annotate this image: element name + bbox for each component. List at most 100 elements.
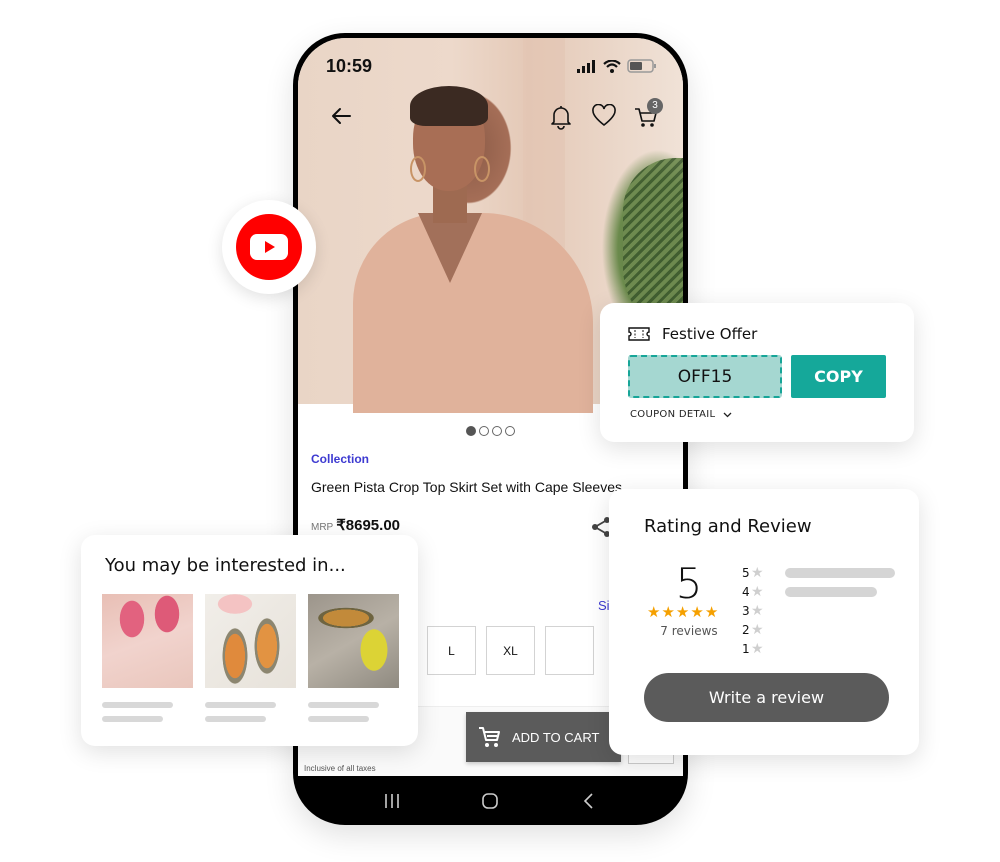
recommendation-item[interactable] [102,594,193,722]
recommendation-thumbnail [205,594,296,688]
size-option-l[interactable]: L [427,626,476,675]
chevron-left-icon [583,792,593,809]
rating-breakdown: 5 ★ 4 ★ 3 ★ 2 ★ 1 ★ [742,563,895,658]
star-icon: ★ [751,583,764,600]
cart-icon [479,727,500,747]
collection-link[interactable]: Collection [311,452,369,466]
star-icon: ★ [647,603,661,621]
title-placeholder [102,702,173,708]
title-placeholder [205,702,276,708]
title-placeholder [308,702,379,708]
rating-title: Rating and Review [644,516,812,537]
youtube-button[interactable] [222,200,316,294]
size-option-xl[interactable]: XL [486,626,535,675]
carousel-dot[interactable] [466,426,476,436]
offer-title: Festive Offer [662,325,758,343]
bell-icon [551,106,571,130]
price-placeholder [102,716,163,722]
system-nav-bar [293,776,688,825]
recommendation-item[interactable] [308,594,399,722]
back-button[interactable] [330,106,356,130]
rating-review-card: Rating and Review 5 ★ ★ ★ ★ ★ 7 reviews 5 ★ 4 ★… [609,489,919,755]
rating-level: 4 [742,584,750,599]
status-time: 10:59 [326,56,373,76]
wishlist-button[interactable] [591,103,616,130]
youtube-play-box [250,234,288,260]
home-button[interactable] [478,789,502,813]
carousel-dot[interactable] [492,426,502,436]
rating-breakdown-row: 1 ★ [742,639,895,658]
rating-breakdown-row: 2 ★ [742,620,895,639]
rating-level: 1 [742,641,750,656]
recommendations-card: You may be interested in... [81,535,418,746]
rating-level: 2 [742,622,750,637]
tax-note: Inclusive of all taxes [304,764,376,773]
status-icons [577,59,657,73]
price-row: MRP ₹8695.00 [311,516,400,534]
star-icon: ★ [751,602,764,619]
heart-icon [592,103,616,127]
recommendation-item[interactable] [205,594,296,722]
product-price: ₹8695.00 [336,517,400,534]
copy-coupon-button[interactable]: COPY [791,355,886,398]
rating-breakdown-row: 4 ★ [742,582,895,601]
youtube-icon [236,214,302,280]
signal-icon [577,59,595,73]
write-review-button[interactable]: Write a review [644,673,889,722]
system-back-button[interactable] [577,789,601,813]
rating-stars: ★ ★ ★ ★ ★ [647,605,718,620]
status-bar: 10:59 [298,38,683,98]
top-nav: 3 [298,98,683,138]
star-icon: ★ [751,621,764,638]
wifi-icon [603,59,621,73]
coupon-detail-label: COUPON DETAIL [630,409,716,420]
star-icon: ★ [751,640,764,657]
offer-header: Festive Offer [628,325,757,343]
rating-bar [785,567,895,578]
recommendations-title: You may be interested in... [105,555,346,576]
chevron-down-icon [723,412,732,417]
recent-apps-button[interactable] [380,789,404,813]
carousel-dot[interactable] [505,426,515,436]
rating-level: 3 [742,603,750,618]
battery-icon [627,59,656,73]
review-count: 7 reviews [660,624,718,638]
star-icon: ★ [751,564,764,581]
earring-left [410,156,426,182]
add-to-cart-label: ADD TO CART [512,729,600,745]
arrow-left-icon [332,108,351,124]
rating-bar [785,586,877,597]
ticket-icon [628,327,650,341]
festive-offer-card: Festive Offer OFF15 COPY COUPON DETAIL [600,303,914,442]
size-chart-link[interactable]: Si [598,598,610,613]
recent-apps-icon [385,793,399,808]
rating-level: 5 [742,565,750,580]
rating-breakdown-row: 5 ★ [742,563,895,582]
add-to-cart-button[interactable]: ADD TO CART [466,712,621,762]
price-placeholder [205,716,266,722]
home-icon [482,792,499,809]
recommendation-list [102,594,399,722]
star-icon: ★ [661,603,675,621]
coupon-code[interactable]: OFF15 [628,355,782,398]
carousel-dot[interactable] [479,426,489,436]
cart-count-badge: 3 [647,98,663,114]
play-icon [265,241,275,253]
size-option-more[interactable] [545,626,594,675]
cart-button[interactable]: 3 [633,98,663,130]
earring-right [474,156,490,182]
price-placeholder [308,716,369,722]
notifications-button[interactable] [549,104,573,130]
recommendation-thumbnail [308,594,399,688]
coupon-detail-toggle[interactable]: COUPON DETAIL [630,409,732,420]
average-rating: 5 [675,559,703,608]
mrp-label: MRP [311,522,334,533]
recommendation-thumbnail [102,594,193,688]
product-title: Green Pista Crop Top Skirt Set with Cape… [311,479,623,495]
rating-breakdown-row: 3 ★ [742,601,895,620]
model-neckline [418,213,482,283]
star-icon: ★ [704,603,719,621]
top-nav-actions: 3 [549,98,663,130]
star-icon: ★ [675,603,690,621]
star-icon: ★ [690,603,704,621]
